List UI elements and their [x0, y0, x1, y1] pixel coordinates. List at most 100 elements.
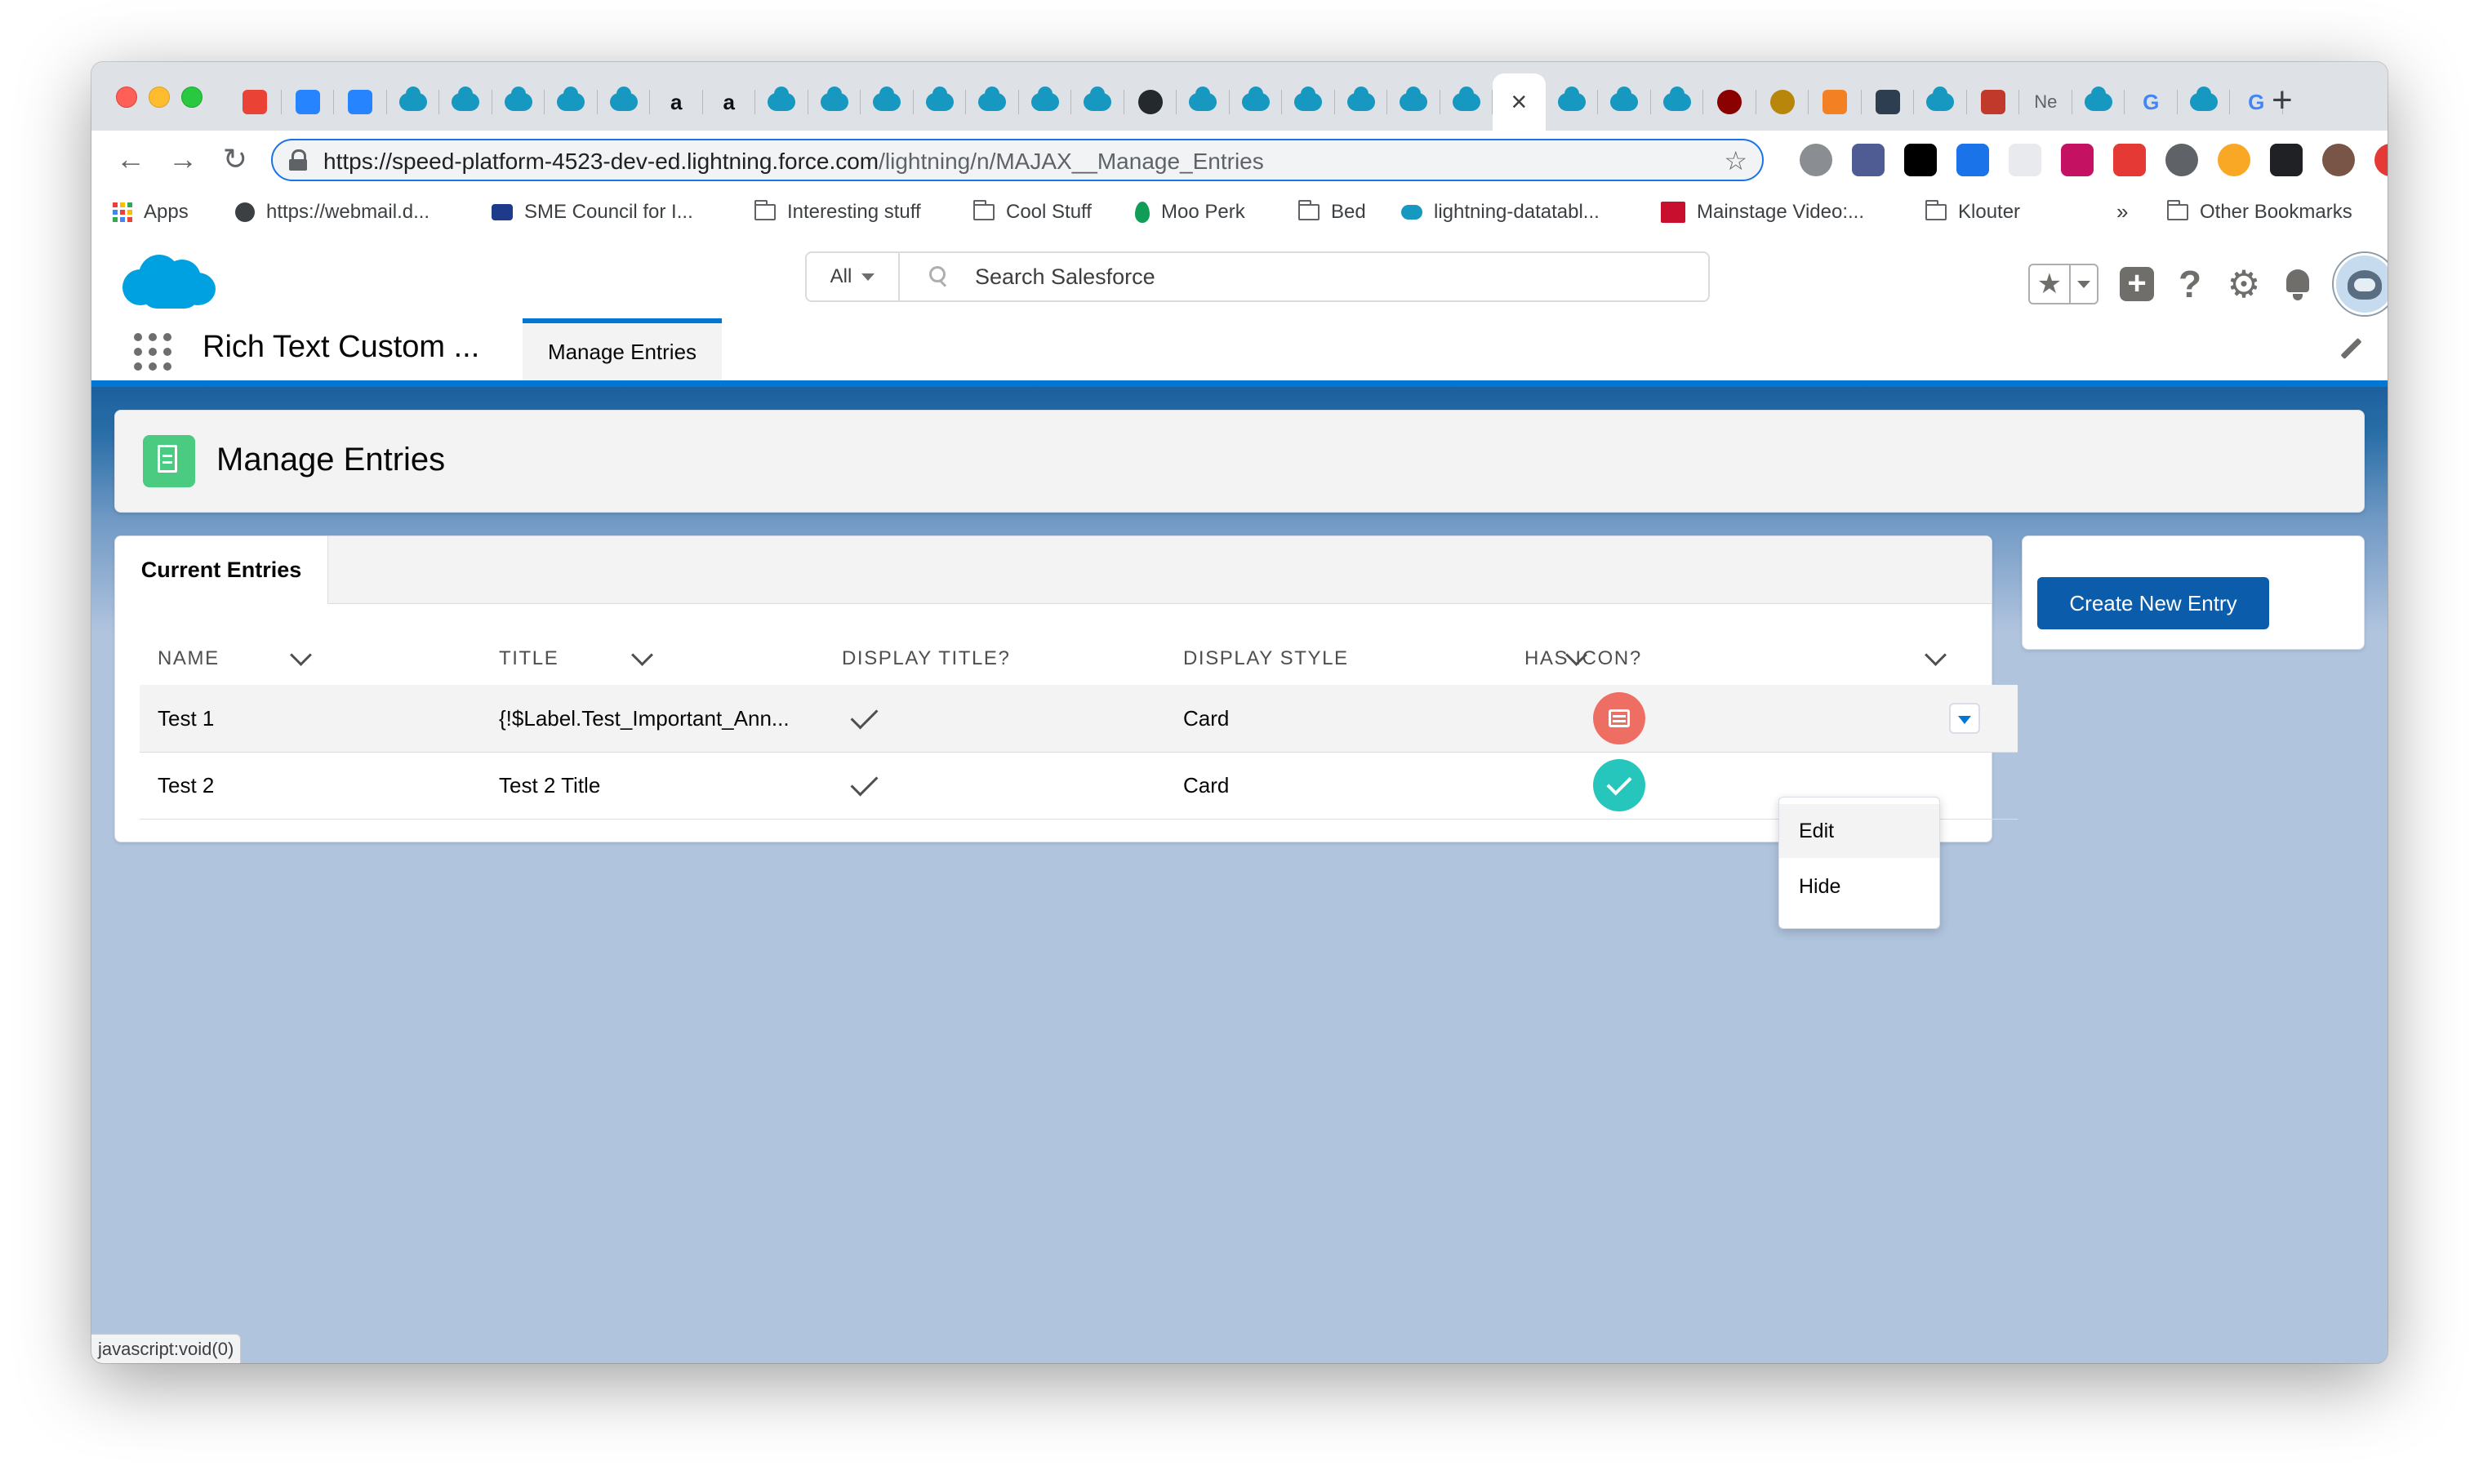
search-scope-dropdown[interactable]: All: [807, 253, 900, 300]
bookmark-item[interactable]: Cool Stuff: [973, 200, 1092, 224]
browser-tab[interactable]: [439, 73, 492, 131]
browser-tab[interactable]: G: [2125, 73, 2178, 131]
browser-tab[interactable]: [966, 73, 1019, 131]
alert-ext-icon[interactable]: [2374, 144, 2388, 176]
browser-tab[interactable]: [334, 73, 387, 131]
edit-nav-pencil-icon[interactable]: [2339, 338, 2363, 362]
create-new-entry-button[interactable]: Create New Entry: [2037, 577, 2269, 629]
back-button[interactable]: ←: [113, 142, 149, 176]
jetbrains-ext-icon[interactable]: [1904, 144, 1937, 176]
bookmark-item[interactable]: lightning-datatabl...: [1401, 201, 1600, 224]
browser-tab[interactable]: [1862, 73, 1915, 131]
minimize-window-button[interactable]: [149, 87, 170, 108]
browser-tab[interactable]: [1651, 73, 1704, 131]
browser-tab[interactable]: [1440, 73, 1493, 131]
browser-tab[interactable]: [1387, 73, 1440, 131]
search-input[interactable]: Search Salesforce: [975, 264, 1155, 290]
zoom-window-button[interactable]: [181, 87, 203, 108]
global-search[interactable]: All Search Salesforce: [805, 251, 1710, 302]
address-bar[interactable]: https://speed-platform-4523-dev-ed.light…: [271, 139, 1764, 181]
browser-tab[interactable]: [1967, 73, 2020, 131]
browser-tab[interactable]: [2072, 73, 2125, 131]
app-launcher-icon[interactable]: [134, 333, 171, 371]
browser-tab[interactable]: [387, 73, 440, 131]
help-icon[interactable]: ?: [2175, 262, 2205, 306]
gear-ext-icon[interactable]: [1800, 144, 1832, 176]
cog-ext-icon[interactable]: [2165, 144, 2198, 176]
browser-tab[interactable]: ×: [1493, 73, 1546, 131]
global-actions-plus-icon[interactable]: +: [2120, 267, 2154, 301]
browser-tab[interactable]: [1703, 73, 1756, 131]
tab-current-entries[interactable]: Current Entries: [115, 536, 328, 604]
browser-tab[interactable]: [1598, 73, 1651, 131]
browser-tab[interactable]: [861, 73, 914, 131]
browser-tab[interactable]: [492, 73, 545, 131]
barcode-ext-icon[interactable]: [2270, 144, 2303, 176]
notifications-bell-icon[interactable]: [2283, 268, 2312, 300]
favorites-button[interactable]: ★: [2028, 264, 2098, 304]
browser-tab[interactable]: [755, 73, 808, 131]
browser-tab[interactable]: [545, 73, 598, 131]
browser-tab[interactable]: [598, 73, 651, 131]
user-avatar[interactable]: [2334, 253, 2388, 315]
bookmark-item[interactable]: Apps: [113, 201, 189, 224]
bookmark-item[interactable]: Moo Perk: [1135, 201, 1245, 224]
browser-tab[interactable]: [229, 73, 282, 131]
table-row[interactable]: Test 1 {!$Label.Test_Important_Ann... Ca…: [140, 685, 2018, 753]
lock-icon[interactable]: [289, 149, 307, 171]
column-header-display-style[interactable]: DISPLAY STYLE: [1183, 633, 1349, 685]
browser-tab[interactable]: [1177, 73, 1230, 131]
column-header-title[interactable]: TITLE: [499, 633, 559, 685]
circle-ext-icon[interactable]: [2218, 144, 2250, 176]
browser-tab[interactable]: [1124, 73, 1177, 131]
setup-gear-icon[interactable]: ⚙: [2226, 262, 2262, 306]
browser-tab[interactable]: [1914, 73, 1967, 131]
browser-tab[interactable]: [1335, 73, 1388, 131]
forward-button[interactable]: →: [165, 142, 201, 176]
bookmark-item[interactable]: SME Council for I...: [492, 201, 693, 224]
browser-tab[interactable]: [1071, 73, 1124, 131]
menu-item-hide[interactable]: Hide: [1779, 860, 1939, 913]
nav-tab-manage-entries[interactable]: Manage Entries: [523, 318, 722, 380]
php-ext-icon[interactable]: [1852, 144, 1885, 176]
bookmark-star-icon[interactable]: ☆: [1724, 145, 1747, 176]
chevron-down-icon[interactable]: [290, 644, 312, 666]
blank-ext-icon[interactable]: [2009, 144, 2041, 176]
feed-ext-icon[interactable]: [2061, 144, 2094, 176]
menu-item-edit[interactable]: Edit: [1779, 804, 1939, 858]
url-text[interactable]: https://speed-platform-4523-dev-ed.light…: [323, 149, 1264, 175]
profile-ext-icon[interactable]: [2322, 144, 2355, 176]
bookmark-item[interactable]: Klouter: [1925, 200, 2020, 224]
column-header-has-icon[interactable]: HAS ICON?: [1524, 633, 1642, 685]
close-window-button[interactable]: [116, 87, 137, 108]
browser-tab[interactable]: [282, 73, 335, 131]
new-tab-button[interactable]: +: [2272, 80, 2293, 121]
browser-tab[interactable]: [914, 73, 967, 131]
bookmark-item[interactable]: Mainstage Video:...: [1661, 201, 1864, 224]
browser-tab[interactable]: a: [703, 73, 756, 131]
column-header-display-title[interactable]: DISPLAY TITLE?: [842, 633, 1011, 685]
column-header-name[interactable]: NAME: [158, 633, 220, 685]
browser-tab[interactable]: [1019, 73, 1072, 131]
bookmark-item[interactable]: https://webmail.d...: [235, 201, 429, 224]
browser-tab[interactable]: [2178, 73, 2231, 131]
salesforce-logo-icon[interactable]: [118, 247, 216, 312]
chevron-down-icon[interactable]: [1925, 644, 1947, 666]
browser-tab[interactable]: [1282, 73, 1335, 131]
chevron-down-icon[interactable]: [631, 644, 653, 666]
ghost-ext-icon[interactable]: [1956, 144, 1989, 176]
calendar-ext-icon[interactable]: [2113, 144, 2146, 176]
browser-tab[interactable]: [1809, 73, 1862, 131]
other-bookmarks[interactable]: Other Bookmarks: [2167, 200, 2352, 224]
browser-tab[interactable]: a: [650, 73, 703, 131]
table-row[interactable]: Test 2 Test 2 Title Card: [140, 752, 2018, 820]
browser-tab[interactable]: [1546, 73, 1599, 131]
browser-tab[interactable]: [1756, 73, 1809, 131]
bookmarks-overflow-button[interactable]: »: [2116, 199, 2128, 224]
close-icon[interactable]: ×: [1511, 87, 1527, 118]
browser-tab[interactable]: [808, 73, 861, 131]
bookmark-item[interactable]: Interesting stuff: [754, 200, 921, 224]
reload-button[interactable]: ↻: [217, 142, 253, 176]
browser-tab[interactable]: Ne: [2019, 73, 2072, 131]
browser-tab[interactable]: [1230, 73, 1283, 131]
